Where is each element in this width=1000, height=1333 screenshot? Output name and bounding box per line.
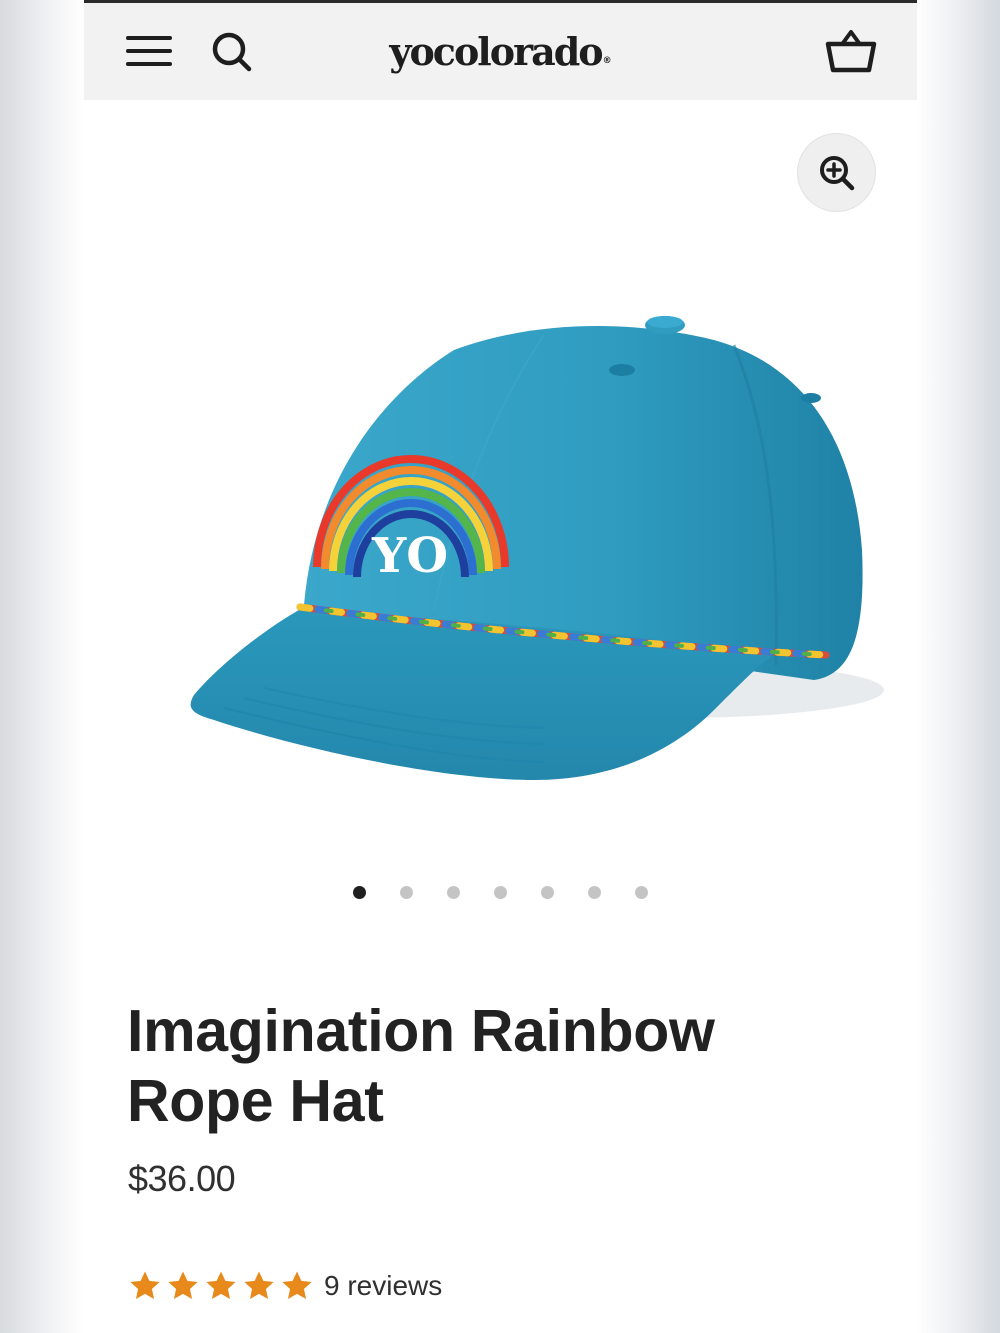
star-icon: [168, 1271, 198, 1300]
star-icon: [206, 1271, 236, 1300]
carousel-dot-1[interactable]: [353, 886, 366, 899]
carousel-dot-4[interactable]: [494, 886, 507, 899]
zoom-button[interactable]: [797, 133, 876, 212]
product-rating[interactable]: 9 reviews: [128, 1266, 442, 1306]
carousel-dots: [84, 886, 917, 902]
hamburger-menu-icon: [126, 36, 172, 66]
cart-button[interactable]: [822, 25, 880, 77]
shopping-basket-icon: [825, 30, 877, 73]
reviews-link[interactable]: 9 reviews: [324, 1270, 442, 1302]
zoom-in-icon: [819, 155, 854, 190]
menu-button[interactable]: [122, 29, 176, 73]
star-icon: [130, 1271, 160, 1300]
brand-name: yocolorado: [389, 29, 603, 74]
search-icon: [212, 32, 252, 72]
product-title: Imagination Rainbow Rope Hat: [127, 998, 715, 1134]
product-page: yocolorado® YO Imagination Rainbow Rope …: [84, 0, 917, 1333]
product-gallery: YO: [84, 100, 917, 940]
carousel-dot-5[interactable]: [541, 886, 554, 899]
site-header: yocolorado®: [84, 3, 917, 100]
carousel-dot-3[interactable]: [447, 886, 460, 899]
carousel-dot-6[interactable]: [588, 886, 601, 899]
star-icon: [282, 1271, 312, 1300]
registered-mark: ®: [602, 56, 612, 66]
carousel-dot-7[interactable]: [635, 886, 648, 899]
brand-logo[interactable]: yocolorado®: [344, 27, 657, 77]
product-image[interactable]: YO: [114, 310, 884, 800]
carousel-dot-2[interactable]: [400, 886, 413, 899]
hat-patch-text: YO: [371, 528, 448, 584]
search-button[interactable]: [208, 28, 256, 76]
star-icon: [244, 1271, 274, 1300]
product-price: $36.00: [128, 1158, 236, 1199]
